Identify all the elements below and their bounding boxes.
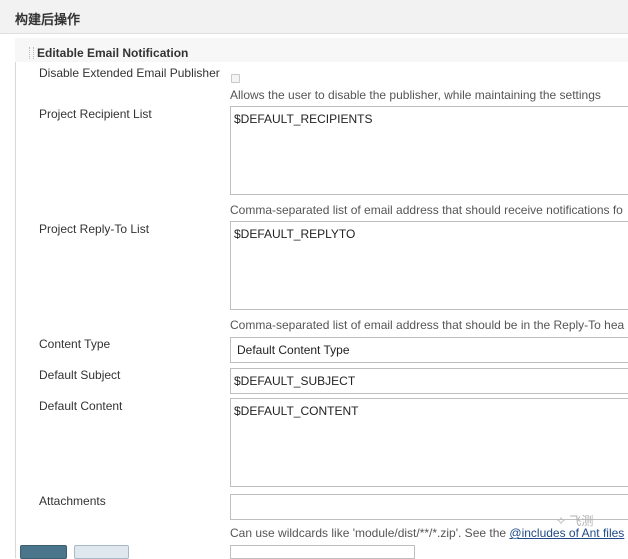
- post-build-section-header: 构建后操作: [0, 0, 628, 34]
- disable-publisher-checkbox[interactable]: [231, 74, 240, 83]
- attachments-help-text: Can use wildcards like 'module/dist/**/*…: [230, 526, 510, 540]
- save-button[interactable]: [20, 545, 67, 559]
- watermark: ✧ 飞测: [556, 512, 593, 529]
- drag-handle-icon[interactable]: [29, 47, 34, 59]
- default-subject-input[interactable]: $DEFAULT_SUBJECT: [230, 368, 628, 394]
- panel-title: Editable Email Notification: [37, 46, 189, 60]
- default-subject-label: Default Subject: [39, 368, 121, 382]
- watermark-logo-icon: ✧: [556, 514, 570, 528]
- default-content-label: Default Content: [39, 399, 123, 413]
- reply-to-list-textarea[interactable]: $DEFAULT_REPLYTO: [230, 221, 628, 310]
- apply-button[interactable]: [74, 545, 129, 559]
- disable-publisher-label: Disable Extended Email Publisher: [39, 66, 220, 80]
- recipient-list-textarea[interactable]: $DEFAULT_RECIPIENTS: [230, 106, 628, 195]
- reply-to-list-help: Comma-separated list of email address th…: [230, 318, 625, 332]
- default-content-textarea[interactable]: $DEFAULT_CONTENT: [230, 398, 628, 487]
- next-field-input[interactable]: [230, 545, 415, 559]
- content-type-label: Content Type: [39, 337, 111, 351]
- content-type-select[interactable]: Default Content Type: [230, 337, 628, 363]
- reply-to-list-label: Project Reply-To List: [39, 222, 150, 236]
- attachments-label: Attachments: [39, 494, 106, 508]
- recipient-list-label: Project Recipient List: [39, 107, 152, 121]
- recipient-list-help: Comma-separated list of email address th…: [230, 203, 623, 217]
- watermark-text: 飞测: [569, 514, 594, 528]
- section-title: 构建后操作: [15, 12, 81, 27]
- disable-publisher-help: Allows the user to disable the publisher…: [230, 88, 601, 102]
